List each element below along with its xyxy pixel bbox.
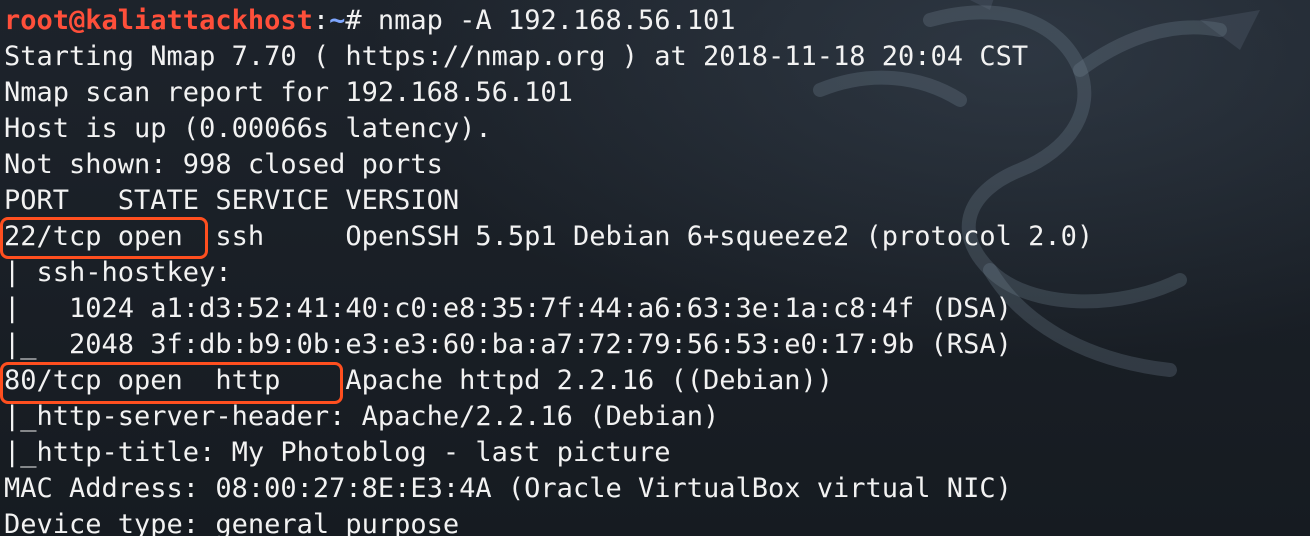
prompt-symbol: # [345, 5, 378, 36]
highlight-port-80-box [0, 362, 343, 404]
prompt-command: nmap -A 192.168.56.101 [377, 5, 736, 36]
output-line-hostkey-rsa: |_ 2048 3f:db:b9:0b:e3:e3:60:ba:a7:72:79… [4, 329, 1012, 360]
highlight-port-22-box [0, 217, 208, 259]
prompt-line: root@kaliattackhost:~# nmap -A 192.168.5… [4, 3, 1310, 39]
output-line-start: Starting Nmap 7.70 ( https://nmap.org ) … [4, 41, 1029, 72]
terminal-output: root@kaliattackhost:~# nmap -A 192.168.5… [4, 3, 1310, 536]
output-line-mac-address: MAC Address: 08:00:27:8E:E3:4A (Oracle V… [4, 473, 1012, 504]
output-line-server-header: |_http-server-header: Apache/2.2.16 (Deb… [4, 401, 720, 432]
prompt-path: ~ [329, 5, 346, 36]
output-line-port-header: PORT STATE SERVICE VERSION [4, 185, 460, 216]
output-line-not-shown: Not shown: 998 closed ports [4, 149, 443, 180]
output-line-http-title: |_http-title: My Photoblog - last pictur… [4, 437, 671, 468]
output-line-ssh-hostkey: | ssh-hostkey: [4, 257, 248, 288]
output-line-device-type: Device type: general purpose [4, 509, 460, 536]
prompt-user-host: root@kaliattackhost [4, 5, 313, 36]
output-line-host-up: Host is up (0.00066s latency). [4, 113, 492, 144]
prompt-colon: : [312, 5, 330, 36]
output-line-hostkey-dsa: | 1024 a1:d3:52:41:40:c0:e8:35:7f:44:a6:… [4, 293, 1012, 324]
terminal-window[interactable]: root@kaliattackhost:~# nmap -A 192.168.5… [0, 0, 1310, 536]
output-line-report: Nmap scan report for 192.168.56.101 [4, 77, 573, 108]
